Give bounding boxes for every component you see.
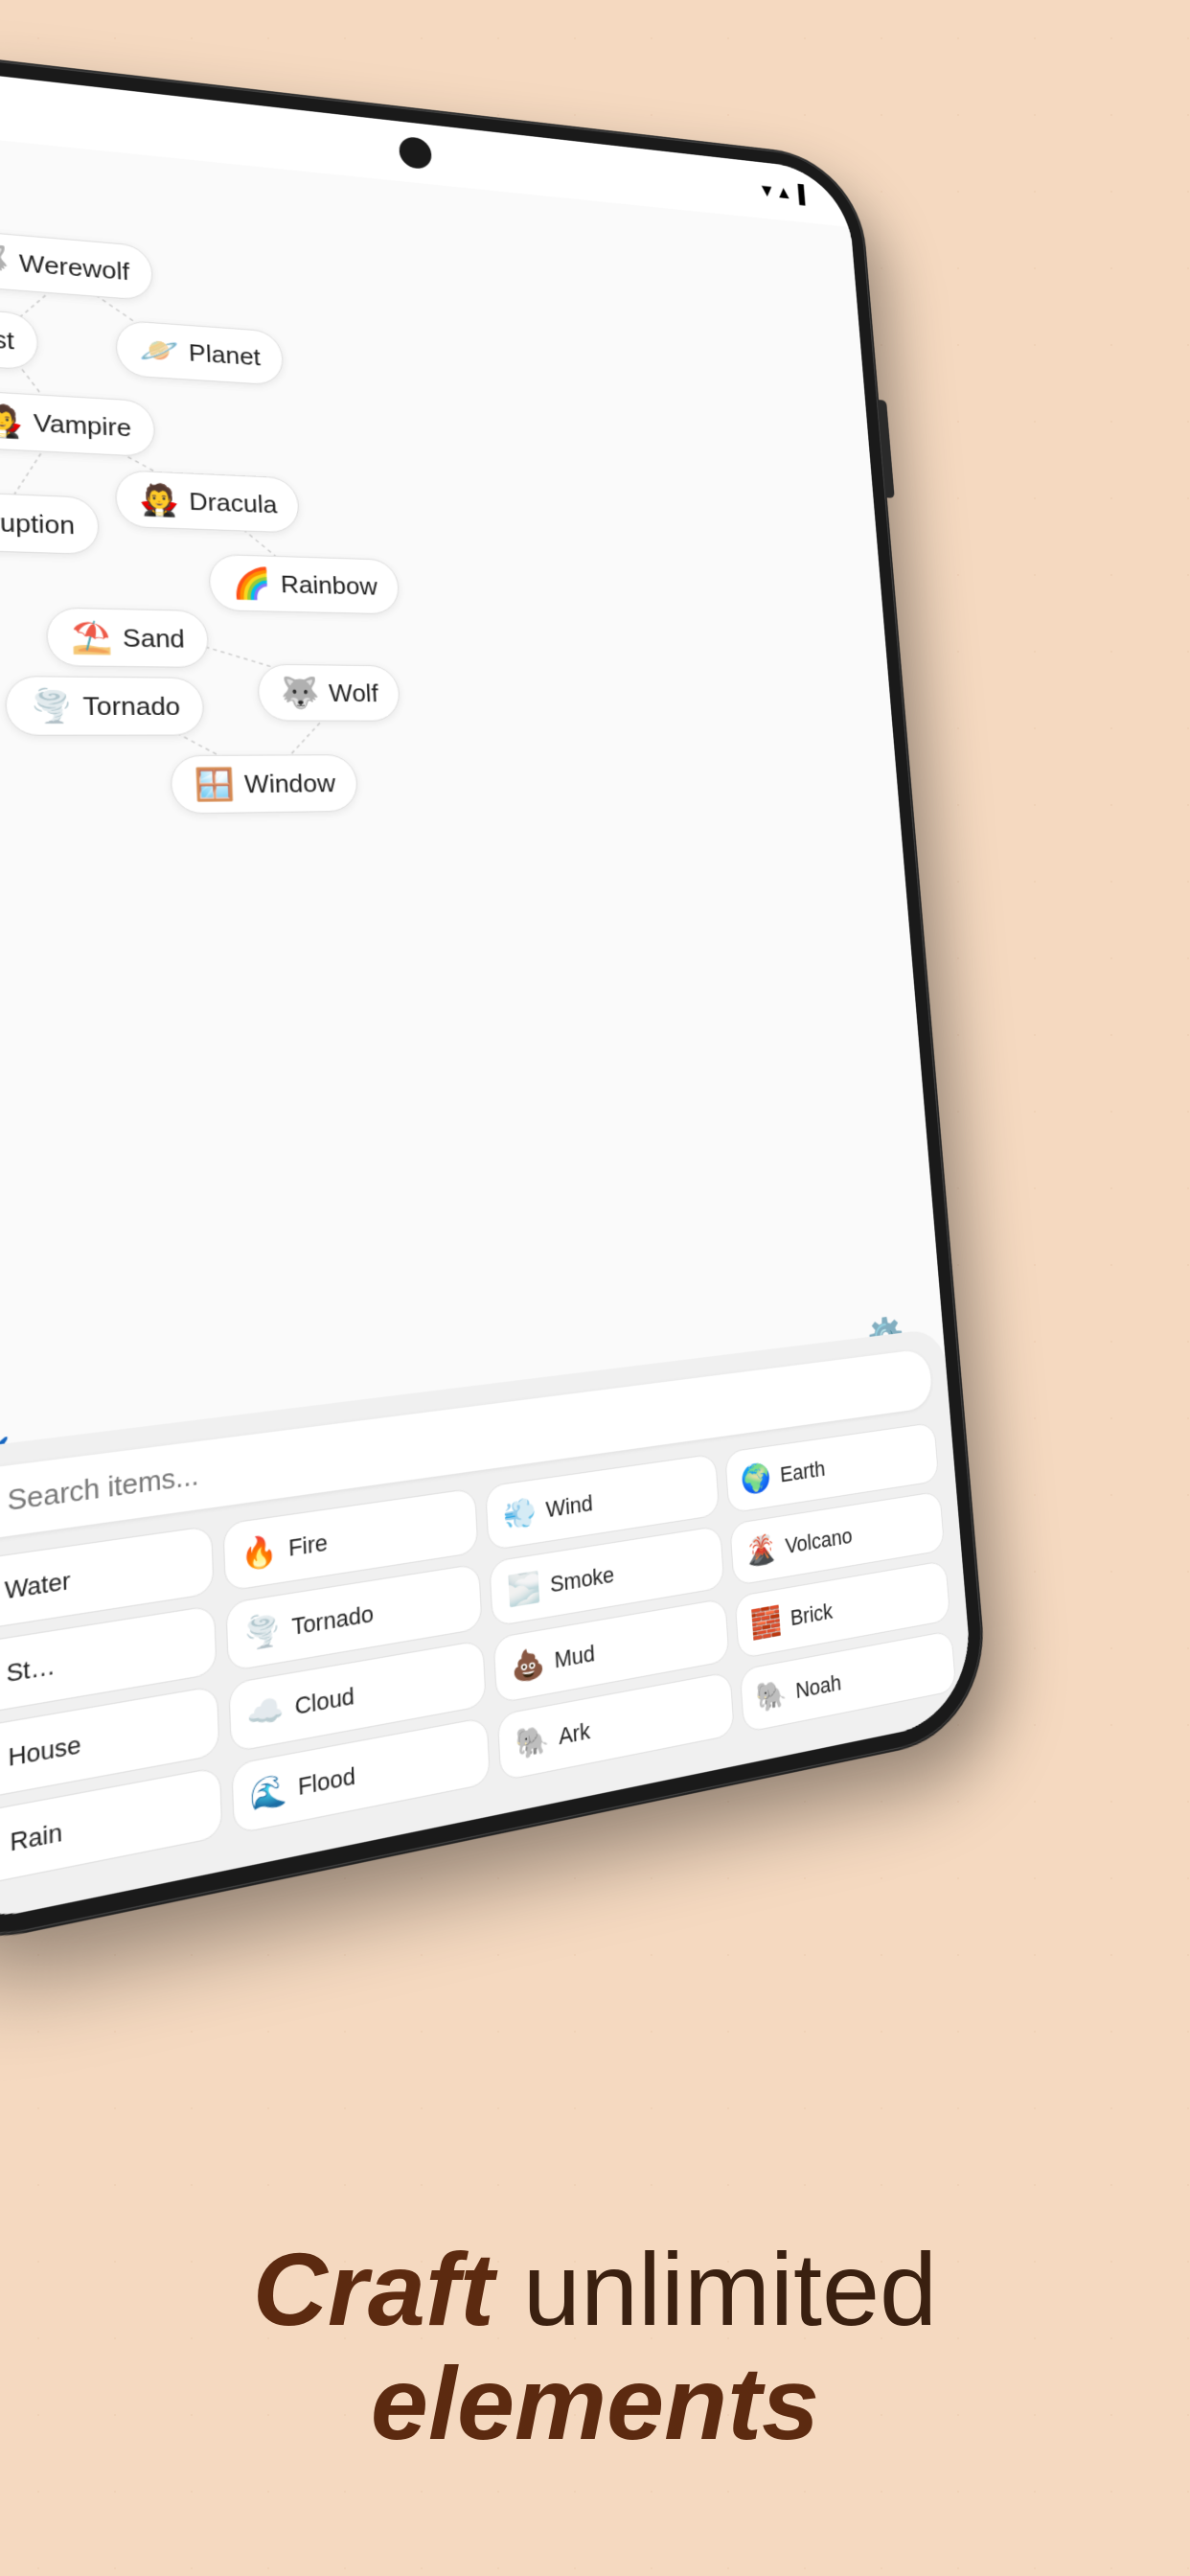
status-bar-left: [0, 102, 23, 110]
flood-label: Flood: [297, 1761, 355, 1801]
werewolf-label: Werewolf: [19, 248, 130, 286]
bottom-panel: 🔍 💧 Water 🔥 Fire 💨: [0, 1328, 975, 1935]
werewolf-emoji: 🐺: [0, 241, 10, 280]
noah-label: Noah: [794, 1669, 841, 1704]
tornado2-label: Tornado: [291, 1599, 375, 1641]
rainbow-emoji: 🌈: [231, 564, 271, 601]
chip-vampire[interactable]: 🧛 Vampire: [0, 389, 155, 457]
elements-text: elements: [57, 2347, 1133, 2461]
phone-screen: ▼▲ ▌: [0, 63, 975, 1935]
dracula-label: Dracula: [189, 487, 278, 519]
fire-emoji: 🔥: [240, 1532, 279, 1574]
ark-label: Ark: [558, 1717, 590, 1751]
planet-label: Planet: [188, 338, 261, 372]
chip-window[interactable]: 🪟 Window: [170, 754, 358, 814]
chip-dust[interactable]: 💨 Dust: [0, 303, 39, 371]
chip-rainbow[interactable]: 🌈 Rainbow: [208, 554, 400, 615]
tornado-label: Tornado: [82, 691, 180, 722]
dracula-emoji: 🧛: [138, 481, 179, 518]
chip-eruption[interactable]: 🌋 Eruption: [0, 489, 100, 555]
ark-emoji: 🐘: [515, 1721, 550, 1762]
dust-label: Dust: [0, 322, 14, 356]
volcano-label: Volcano: [785, 1523, 854, 1559]
phone-outer-shell: ▼▲ ▌: [0, 46, 990, 1958]
cloud-label: Cloud: [294, 1682, 355, 1721]
window-label: Window: [244, 769, 336, 799]
chip-sand[interactable]: ⛱️ Sand: [46, 607, 209, 668]
wolf-emoji: 🐺: [280, 675, 320, 711]
flood-emoji: 🌊: [249, 1771, 287, 1815]
mud-emoji: 💩: [511, 1644, 546, 1685]
house-label: House: [8, 1730, 81, 1773]
volcano-emoji: 🌋: [744, 1531, 777, 1569]
canvas-area[interactable]: 🐺 Werewolf 💨 Dust 🪐 Planet 🧛 Vampire 🧛: [0, 128, 975, 1934]
chip-planet[interactable]: 🪐 Planet: [115, 319, 284, 385]
earth-emoji: 🌍: [740, 1460, 772, 1497]
battery-icon: ▌: [797, 184, 811, 206]
vampire-label: Vampire: [34, 408, 132, 443]
water-label: Water: [4, 1566, 70, 1605]
bottom-text-section: Craft unlimited elements: [0, 2233, 1190, 2461]
fire-label: Fire: [287, 1529, 328, 1562]
camera-notch: [399, 136, 432, 171]
wind-label: Wind: [545, 1489, 594, 1523]
eruption-label: Eruption: [0, 506, 75, 540]
chip-dracula[interactable]: 🧛 Dracula: [115, 470, 301, 534]
tagline-line1: Craft unlimited: [57, 2233, 1133, 2347]
window-emoji: 🪟: [194, 766, 235, 803]
craft-bold-text: Craft: [253, 2231, 494, 2347]
smoke-emoji: 🌫️: [506, 1569, 541, 1608]
status-bar-right: ▼▲ ▌: [758, 179, 812, 206]
sand-emoji: ⛱️: [70, 618, 112, 656]
noah-emoji: 🐘: [755, 1676, 788, 1715]
mud-label: Mud: [554, 1640, 596, 1674]
rainbow-label: Rainbow: [280, 569, 378, 601]
cloud-emoji: ☁️: [246, 1690, 285, 1734]
sand-label: Sand: [123, 623, 186, 654]
wolf-label: Wolf: [329, 678, 379, 708]
storm-label: St…: [6, 1650, 56, 1688]
tornado-emoji: 🌪️: [30, 687, 73, 725]
planet-emoji: 🪐: [139, 332, 180, 370]
smoke-label: Smoke: [549, 1561, 615, 1598]
vampire-emoji: 🧛: [0, 402, 24, 441]
wind-emoji: 💨: [502, 1494, 538, 1532]
chip-wolf[interactable]: 🐺 Wolf: [257, 664, 401, 722]
earth-label: Earth: [779, 1456, 826, 1487]
signal-icon: ▼▲: [758, 179, 793, 204]
chip-tornado[interactable]: 🌪️ Tornado: [5, 676, 205, 736]
phone-device: ▼▲ ▌: [0, 46, 990, 1958]
brick-label: Brick: [790, 1598, 834, 1631]
unlimited-text: unlimited: [494, 2231, 937, 2347]
tornado2-emoji: 🌪️: [243, 1611, 282, 1653]
brick-emoji: 🧱: [750, 1603, 783, 1642]
rain-label: Rain: [10, 1817, 62, 1857]
